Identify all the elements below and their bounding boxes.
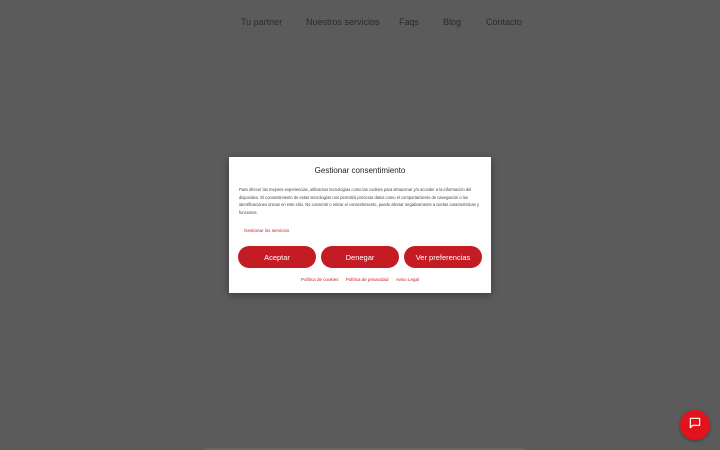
nav-item-tu-partner[interactable]: Tu partner bbox=[241, 17, 282, 27]
nav-item-blog[interactable]: Blog bbox=[443, 17, 461, 27]
nav-item-contacto[interactable]: Contacto bbox=[486, 17, 522, 27]
dialog-footer-links: Política de cookies Política de privacid… bbox=[229, 277, 491, 282]
dialog-body-text: Para ofrecer las mejores experiencias, u… bbox=[239, 187, 480, 215]
chat-bubble-icon bbox=[688, 416, 702, 435]
accept-button[interactable]: Aceptar bbox=[238, 246, 316, 268]
top-navigation: Tu partner Nuestros servicios Faqs Blog … bbox=[0, 0, 720, 46]
nav-item-faqs[interactable]: Faqs bbox=[399, 17, 419, 27]
cookie-policy-link[interactable]: Política de cookies bbox=[301, 277, 339, 282]
dialog-title: Gestionar consentimiento bbox=[314, 166, 406, 175]
legal-notice-link[interactable]: Aviso Legal bbox=[396, 277, 419, 282]
privacy-policy-link[interactable]: Política de privacidad bbox=[346, 277, 389, 282]
chat-button[interactable] bbox=[680, 410, 710, 440]
nav-item-nuestros-servicios[interactable]: Nuestros servicios bbox=[306, 17, 380, 27]
deny-button[interactable]: Denegar bbox=[321, 246, 399, 268]
view-preferences-button[interactable]: Ver preferencias bbox=[404, 246, 482, 268]
manage-services-link[interactable]: Gestionar los servicios bbox=[244, 228, 289, 233]
consent-dialog: Gestionar consentimiento Para ofrecer la… bbox=[229, 157, 491, 293]
